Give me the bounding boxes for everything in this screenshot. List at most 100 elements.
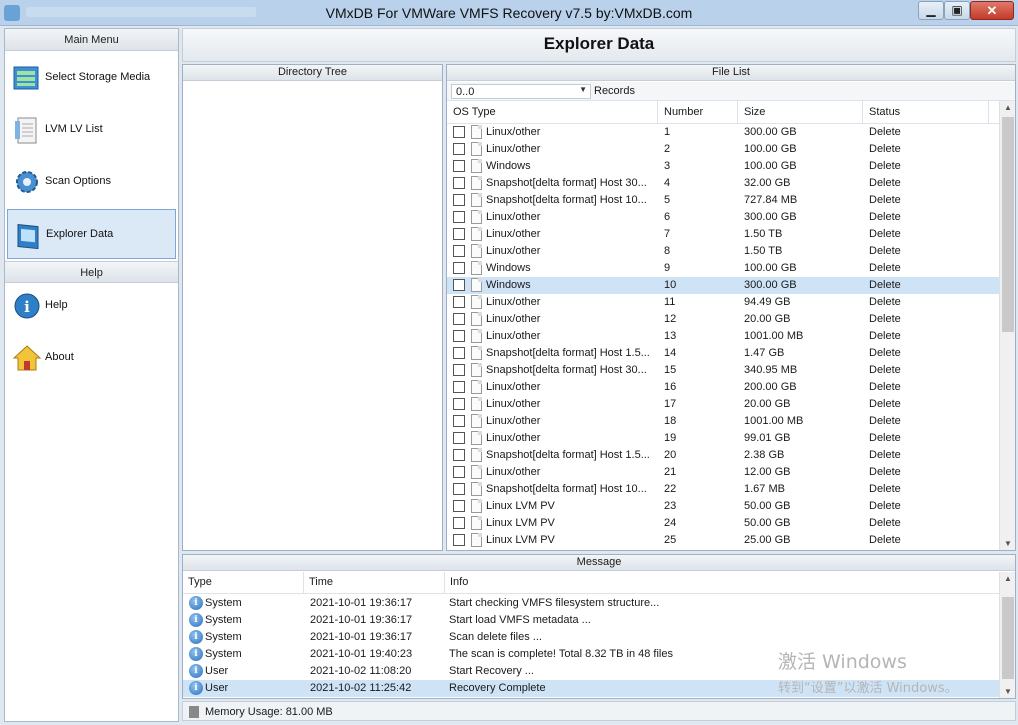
row-checkbox[interactable]	[453, 262, 465, 274]
row-checkbox[interactable]	[453, 500, 465, 512]
sidebar-item-about[interactable]: About	[7, 333, 176, 383]
table-row[interactable]: Linux/other 13 1001.00 MB Delete	[447, 328, 999, 345]
storage-media-icon	[13, 66, 39, 90]
cell-number: 14	[664, 347, 677, 359]
table-row[interactable]: Windows 3 100.00 GB Delete	[447, 158, 999, 175]
row-checkbox[interactable]	[453, 245, 465, 257]
watermark-line-1: 激活 Windows	[778, 651, 907, 673]
sidebar-item-explorer-data[interactable]: Explorer Data	[7, 209, 176, 259]
sidebar-item-lvm-lv-list[interactable]: LVM LV List	[7, 105, 176, 155]
table-row[interactable]: Linux/other 8 1.50 TB Delete	[447, 243, 999, 260]
table-row[interactable]: Linux/other 21 12.00 GB Delete	[447, 464, 999, 481]
row-checkbox[interactable]	[453, 517, 465, 529]
row-checkbox[interactable]	[453, 398, 465, 410]
row-checkbox[interactable]	[453, 466, 465, 478]
row-checkbox[interactable]	[453, 364, 465, 376]
cell-os-type: Snapshot[delta format] Host 1.5...	[486, 449, 650, 461]
scroll-up-icon[interactable]: ▲	[1000, 103, 1016, 112]
cell-type: User	[205, 682, 229, 694]
records-range-select[interactable]: 0..0 ▼	[451, 84, 591, 99]
cell-type: System	[205, 597, 242, 609]
column-size[interactable]: Size	[738, 101, 863, 124]
cell-number: 22	[664, 483, 677, 495]
minimize-button[interactable]: ▁	[918, 1, 944, 20]
column-os-type[interactable]: OS Type	[447, 101, 658, 124]
table-row[interactable]: Snapshot[delta format] Host 1.5... 14 1.47…	[447, 345, 999, 362]
row-checkbox[interactable]	[453, 160, 465, 172]
row-checkbox[interactable]	[453, 143, 465, 155]
table-row[interactable]: Linux LVM PV 25 25.00 GB Delete	[447, 532, 999, 549]
row-checkbox[interactable]	[453, 449, 465, 461]
row-checkbox[interactable]	[453, 228, 465, 240]
table-row[interactable]: Snapshot[delta format] Host 30... 15 340.9…	[447, 362, 999, 379]
row-checkbox[interactable]	[453, 534, 465, 546]
row-checkbox[interactable]	[453, 313, 465, 325]
table-row[interactable]: Snapshot[delta format] Host 30... 4 32.00 …	[447, 175, 999, 192]
maximize-button[interactable]: ▣	[944, 1, 970, 20]
column-info[interactable]: Info	[445, 572, 999, 594]
table-row[interactable]: Snapshot[delta format] Host 10... 5 727.84…	[447, 192, 999, 209]
scroll-down-icon[interactable]: ▼	[1000, 539, 1016, 548]
table-row[interactable]: i System 2021-10-01 19:36:17 Start load VMF…	[183, 612, 999, 629]
table-row[interactable]: i System 2021-10-01 19:36:17 Start checking…	[183, 595, 999, 612]
cell-number: 8	[664, 245, 671, 257]
column-status[interactable]: Status	[863, 101, 989, 124]
row-checkbox[interactable]	[453, 432, 465, 444]
row-checkbox[interactable]	[453, 347, 465, 359]
row-checkbox[interactable]	[453, 194, 465, 206]
cell-status: Delete	[869, 313, 901, 325]
table-row[interactable]: Snapshot[delta format] Host 10... 22 1.67 …	[447, 481, 999, 498]
table-row[interactable]: i System 2021-10-01 19:36:17 Scan delete fi…	[183, 629, 999, 646]
file-list-scrollbar[interactable]: ▲ ▼	[999, 101, 1015, 550]
column-type[interactable]: Type	[183, 572, 304, 594]
file-icon	[471, 227, 482, 241]
row-checkbox[interactable]	[453, 381, 465, 393]
close-icon: ✕	[986, 3, 998, 18]
cell-number: 2	[664, 143, 671, 155]
scrollbar-thumb[interactable]	[1002, 597, 1014, 679]
cell-status: Delete	[869, 228, 901, 240]
file-icon	[471, 125, 482, 139]
table-row[interactable]: Linux/other 19 99.01 GB Delete	[447, 430, 999, 447]
file-icon	[471, 159, 482, 173]
row-checkbox[interactable]	[453, 483, 465, 495]
table-row[interactable]: Windows 9 100.00 GB Delete	[447, 260, 999, 277]
table-row[interactable]: Linux/other 6 300.00 GB Delete	[447, 209, 999, 226]
row-checkbox[interactable]	[453, 415, 465, 427]
table-row[interactable]: Linux/other 1 300.00 GB Delete	[447, 124, 999, 141]
sidebar-item-select-storage-media[interactable]: Select Storage Media	[7, 53, 176, 103]
table-row[interactable]: Linux LVM PV 24 50.00 GB Delete	[447, 515, 999, 532]
activation-watermark: 激活 Windows 转到“设置”以激活 Windows。	[778, 647, 958, 696]
table-row[interactable]: Linux/other 2 100.00 GB Delete	[447, 141, 999, 158]
sidebar-item-label: Explorer Data	[46, 228, 114, 240]
column-number[interactable]: Number	[658, 101, 738, 124]
cell-number: 16	[664, 381, 677, 393]
row-checkbox[interactable]	[453, 296, 465, 308]
table-row[interactable]: Linux/other 7 1.50 TB Delete	[447, 226, 999, 243]
scrollbar-thumb[interactable]	[1002, 117, 1014, 332]
table-row[interactable]: Linux/other 11 94.49 GB Delete	[447, 294, 999, 311]
row-checkbox[interactable]	[453, 177, 465, 189]
table-row[interactable]: Linux/other 12 20.00 GB Delete	[447, 311, 999, 328]
table-row[interactable]: Snapshot[delta format] Host 1.5... 20 2.38…	[447, 447, 999, 464]
table-row[interactable]: Linux/other 17 20.00 GB Delete	[447, 396, 999, 413]
directory-tree-panel[interactable]: Directory Tree	[182, 64, 443, 551]
list-icon	[15, 117, 37, 144]
row-checkbox[interactable]	[453, 126, 465, 138]
table-row[interactable]: Linux LVM PV 23 50.00 GB Delete	[447, 498, 999, 515]
message-scrollbar[interactable]: ▲ ▼	[999, 572, 1015, 698]
sidebar-item-help[interactable]: i Help	[7, 281, 176, 331]
row-checkbox[interactable]	[453, 279, 465, 291]
table-row[interactable]: Linux/other 18 1001.00 MB Delete	[447, 413, 999, 430]
cell-os-type: Linux/other	[486, 381, 541, 393]
table-row[interactable]: Windows 10 300.00 GB Delete	[447, 277, 999, 294]
sidebar-item-scan-options[interactable]: Scan Options	[7, 157, 176, 207]
scroll-up-icon[interactable]: ▲	[1000, 574, 1016, 583]
scroll-down-icon[interactable]: ▼	[1000, 687, 1016, 696]
close-button[interactable]: ✕	[970, 1, 1014, 20]
column-time[interactable]: Time	[304, 572, 445, 594]
row-checkbox[interactable]	[453, 211, 465, 223]
cell-number: 19	[664, 432, 677, 444]
row-checkbox[interactable]	[453, 330, 465, 342]
table-row[interactable]: Linux/other 16 200.00 GB Delete	[447, 379, 999, 396]
